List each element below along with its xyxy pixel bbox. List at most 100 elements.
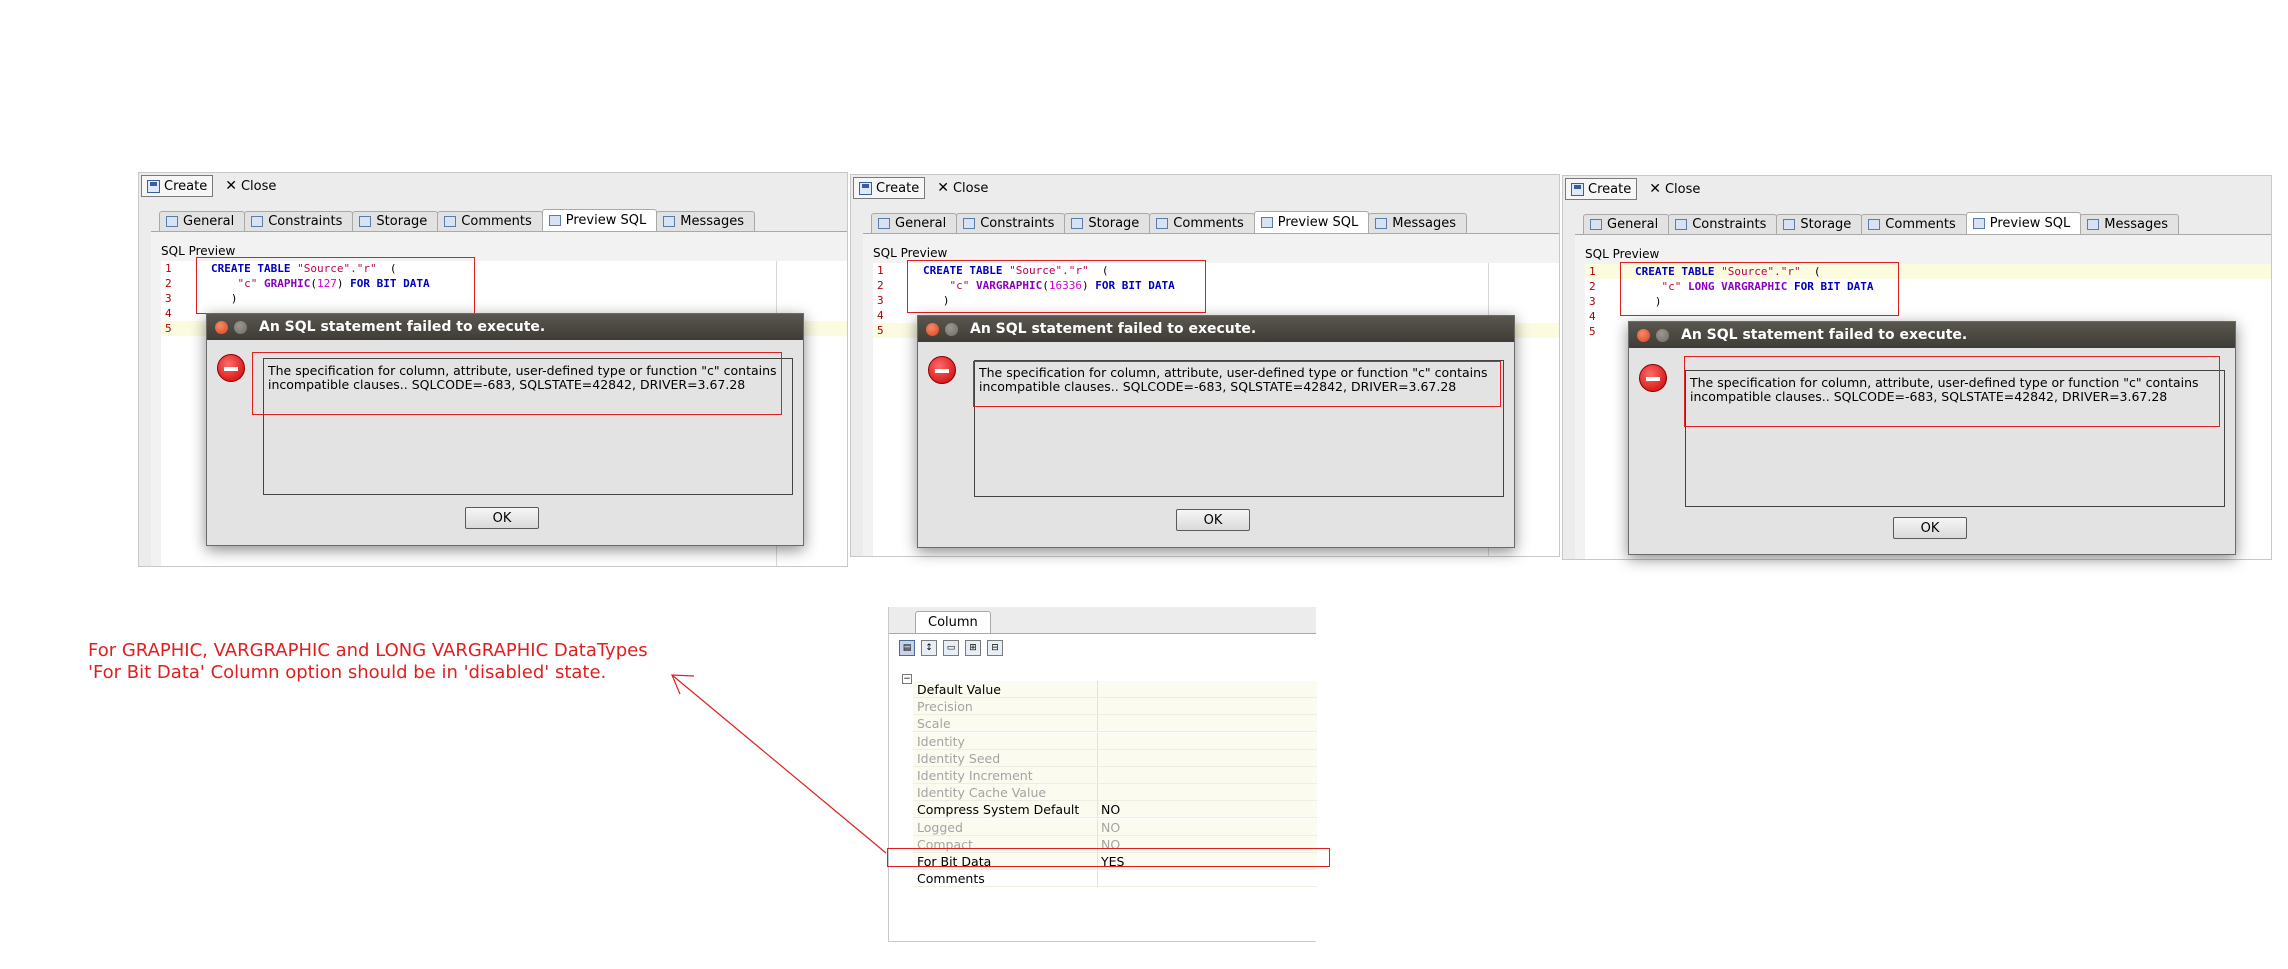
general-icon: [166, 216, 178, 227]
tab-preview-sql[interactable]: Preview SQL: [541, 209, 658, 231]
collapse-icon[interactable]: ⊟: [987, 640, 1003, 656]
property-row[interactable]: Comments: [913, 870, 1317, 888]
error-message-highlight-box: [1684, 356, 2220, 427]
tab-general[interactable]: General: [871, 213, 958, 233]
categories-icon[interactable]: ▤: [899, 640, 915, 656]
ok-button[interactable]: OK: [1176, 509, 1250, 531]
ok-button[interactable]: OK: [1893, 517, 1967, 539]
property-name: Identity Cache Value: [917, 785, 1047, 801]
property-name: Comments: [917, 871, 985, 887]
error-message-highlight-box: [973, 361, 1501, 407]
sort-icon[interactable]: ↕: [921, 640, 937, 656]
collapse-toggle-icon[interactable]: −: [902, 674, 912, 684]
tab-preview-sql[interactable]: Preview SQL: [1253, 211, 1370, 233]
property-name: Identity Increment: [917, 768, 1033, 783]
tab-messages[interactable]: Messages: [656, 211, 755, 231]
column-separator: [1097, 732, 1098, 749]
close-button[interactable]: ✕ Close: [219, 175, 282, 197]
property-row[interactable]: Compress System Default NO: [913, 801, 1317, 819]
storage-icon: [1071, 218, 1084, 229]
column-separator: [1097, 681, 1098, 697]
property-row: Logged NO: [913, 818, 1317, 836]
create-button[interactable]: Create: [1565, 178, 1638, 200]
window-close-icon[interactable]: [215, 320, 228, 334]
column-separator: [1097, 801, 1098, 818]
column-separator: [1097, 698, 1098, 715]
property-value[interactable]: NO: [1101, 801, 1120, 818]
window-close-icon[interactable]: [926, 322, 939, 336]
error-message-highlight-box: [252, 352, 782, 415]
filter-icon[interactable]: ▭: [943, 640, 959, 656]
tab-messages[interactable]: Messages: [2080, 214, 2179, 234]
tab-comments[interactable]: Comments: [437, 211, 543, 231]
property-value: NO: [1101, 819, 1121, 835]
create-button[interactable]: Create: [853, 177, 926, 199]
error-icon: [928, 356, 956, 384]
save-icon: [1571, 182, 1584, 196]
window-minimize-icon[interactable]: [945, 322, 958, 336]
editor-tabs: General Constraints Storage Comments Pre…: [159, 209, 847, 231]
sql-highlight-box: [907, 260, 1206, 313]
comments-icon: [444, 216, 457, 227]
tab-comments[interactable]: Comments: [1149, 213, 1255, 233]
tab-preview-sql[interactable]: Preview SQL: [1965, 212, 2082, 234]
property-name: Precision: [917, 699, 973, 715]
error-icon: [217, 354, 245, 382]
tab-comments[interactable]: Comments: [1861, 214, 1967, 234]
column-separator: [1097, 818, 1098, 835]
sql-preview-label: SQL Preview: [1585, 247, 1660, 261]
window-close-icon[interactable]: [1637, 328, 1650, 342]
tab-constraints[interactable]: Constraints: [244, 211, 354, 231]
properties-body: ▤ ↕ ▭ ⊞ ⊟ − Default Value Precision Scale I…: [889, 633, 1317, 941]
properties-toolbar: ▤ ↕ ▭ ⊞ ⊟: [899, 638, 1003, 658]
dialog-titlebar: An SQL statement failed to execute.: [1629, 322, 2235, 348]
ok-button[interactable]: OK: [465, 507, 539, 529]
annotation-text: For GRAPHIC, VARGRAPHIC and LONG VARGRAP…: [88, 640, 648, 683]
tab-constraints[interactable]: Constraints: [956, 213, 1066, 233]
comments-icon: [1156, 218, 1169, 229]
tab-storage[interactable]: Storage: [1776, 214, 1863, 234]
property-row: Identity: [913, 732, 1317, 750]
preview-sql-icon: [1972, 218, 1985, 229]
tab-constraints[interactable]: Constraints: [1668, 214, 1778, 234]
editor-tabs: General Constraints Storage Comments Pre…: [1583, 212, 2271, 234]
tab-storage[interactable]: Storage: [352, 211, 439, 231]
error-icon: [1639, 364, 1667, 392]
preview-sql-icon: [548, 215, 561, 226]
property-name: Logged: [917, 819, 963, 835]
column-separator: [1097, 870, 1098, 887]
constraints-icon: [251, 216, 264, 227]
tab-messages[interactable]: Messages: [1368, 213, 1467, 233]
for-bit-data-highlight-box: [887, 848, 1330, 867]
expand-icon[interactable]: ⊞: [965, 640, 981, 656]
close-button[interactable]: ✕ Close: [1643, 178, 1706, 200]
properties-view: Column ▤ ↕ ▭ ⊞ ⊟ − Default Value Precisio…: [888, 607, 1317, 942]
property-name: Default Value: [917, 682, 1001, 697]
messages-icon: [663, 216, 676, 227]
window-minimize-icon[interactable]: [1656, 328, 1669, 342]
property-row: Precision: [913, 698, 1317, 716]
column-separator: [1097, 767, 1098, 783]
column-separator: [1097, 749, 1098, 766]
preview-sql-icon: [1260, 217, 1273, 228]
tab-storage[interactable]: Storage: [1064, 213, 1151, 233]
tab-general[interactable]: General: [159, 211, 246, 231]
tab-column[interactable]: Column: [915, 611, 991, 633]
property-row[interactable]: Default Value: [913, 681, 1317, 698]
window-minimize-icon[interactable]: [234, 320, 247, 334]
general-icon: [878, 218, 890, 229]
editor-tabs: General Constraints Storage Comments Pre…: [871, 211, 1559, 233]
close-icon: ✕: [937, 180, 949, 196]
close-button[interactable]: ✕ Close: [931, 177, 994, 199]
column-separator: [1097, 715, 1098, 732]
tab-general[interactable]: General: [1583, 214, 1670, 234]
create-button[interactable]: Create: [141, 175, 214, 197]
close-icon: ✕: [1649, 181, 1661, 197]
property-name: Compress System Default: [917, 802, 1080, 818]
close-icon: ✕: [225, 178, 237, 194]
comments-icon: [1868, 219, 1881, 230]
messages-icon: [1375, 218, 1388, 229]
property-row: Identity Cache Value: [913, 784, 1317, 802]
constraints-icon: [1675, 219, 1688, 230]
general-icon: [1590, 219, 1602, 230]
